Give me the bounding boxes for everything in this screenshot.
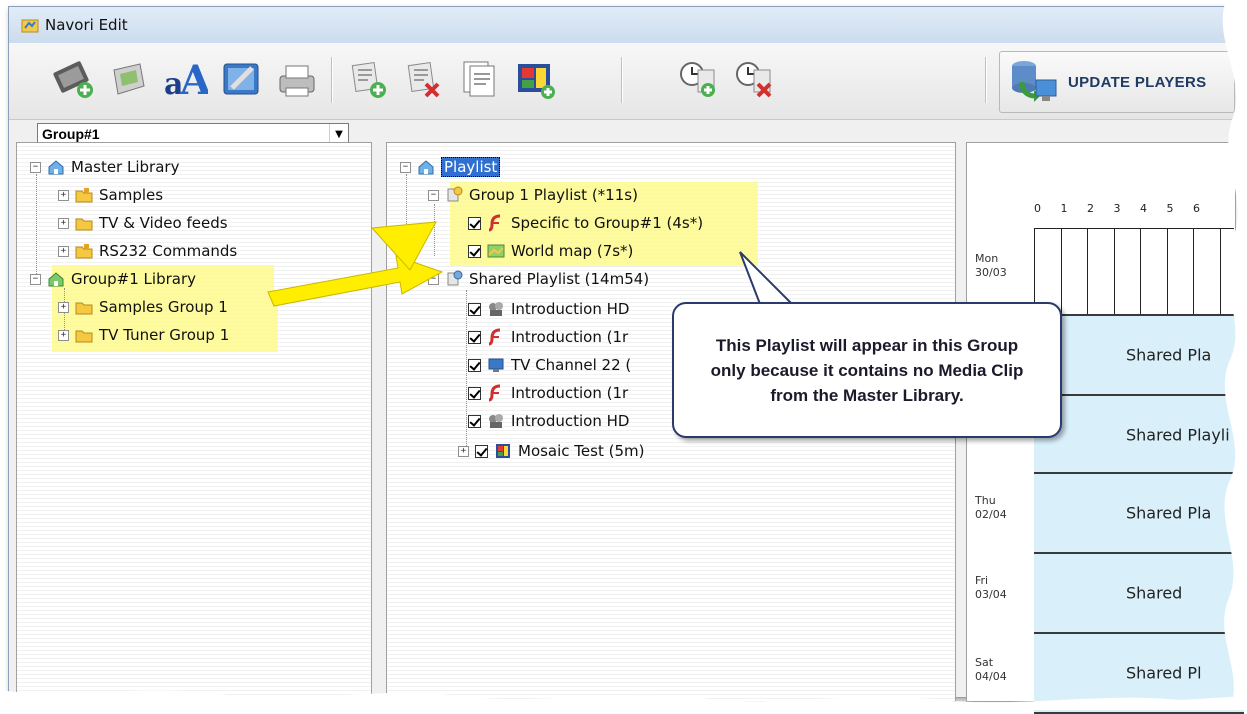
torn-paper-edge	[0, 0, 1247, 710]
